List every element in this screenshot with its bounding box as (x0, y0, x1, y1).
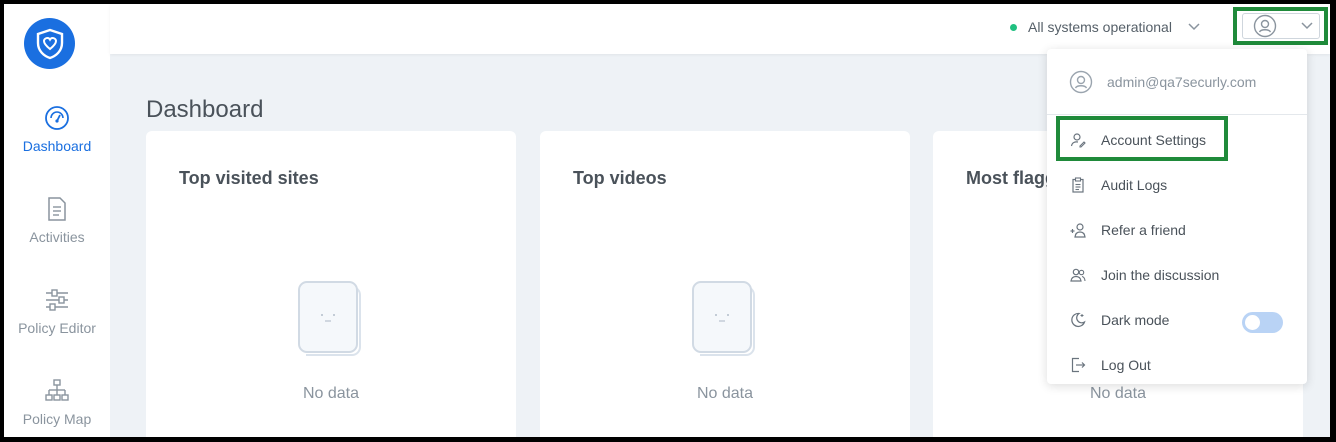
menu-item-dark-mode: Dark mode (1069, 310, 1169, 330)
status-text: All systems operational (1028, 19, 1172, 35)
menu-item-label: Join the discussion (1101, 267, 1220, 283)
users-icon (1070, 268, 1086, 282)
menu-divider (1047, 114, 1307, 115)
empty-state-icon (692, 281, 755, 356)
user-menu-button[interactable] (1233, 7, 1328, 45)
card-top-visited-sites: Top visited sites No data (146, 131, 516, 437)
moon-icon (1071, 312, 1086, 328)
menu-item-label: Log Out (1101, 357, 1151, 373)
menu-item-label: Dark mode (1101, 312, 1170, 328)
sidebar-item-label: Activities (29, 229, 85, 245)
menu-item-audit-logs[interactable]: Audit Logs (1069, 175, 1167, 195)
card-top-videos: Top videos No data (540, 131, 910, 437)
user-avatar-icon (1253, 14, 1276, 38)
sidebar-item-policy-editor[interactable]: Policy Editor (4, 287, 110, 336)
logo[interactable] (24, 18, 75, 69)
menu-item-refer-a-friend[interactable]: Refer a friend (1069, 220, 1186, 240)
card-title: Top videos (573, 168, 667, 188)
sidebar-item-label: Dashboard (22, 138, 92, 154)
toggle-knob (1245, 315, 1260, 330)
page-title: Dashboard (146, 96, 264, 123)
sidebar-item-activities[interactable]: Activities (4, 196, 110, 245)
empty-text: No data (302, 385, 360, 402)
menu-item-label: Refer a friend (1101, 222, 1186, 238)
chevron-down-icon (1188, 23, 1200, 31)
card-title: Most flagg (966, 168, 1056, 188)
empty-text: No data (696, 385, 754, 402)
menu-item-join-the-discussion[interactable]: Join the discussion (1069, 265, 1219, 285)
empty-state-icon (298, 281, 361, 356)
shield-heart-icon (36, 28, 63, 59)
menu-item-log-out[interactable]: Log Out (1069, 355, 1151, 375)
status-dot (1010, 23, 1017, 31)
empty-text: No data (1089, 385, 1147, 402)
clipboard-icon (1072, 177, 1084, 193)
dashboard-gauge-icon (45, 106, 69, 130)
top-bar: All systems operational (110, 4, 1330, 54)
sidebar-item-label: Policy Map (22, 411, 92, 427)
menu-item-label: Audit Logs (1101, 177, 1168, 193)
sidebar-item-policy-map[interactable]: Policy Map (4, 378, 110, 427)
card-title: Top visited sites (179, 168, 319, 188)
highlight-annotation (1056, 116, 1228, 161)
sidebar-item-label: Policy Editor (18, 320, 96, 336)
sliders-icon (46, 289, 68, 311)
user-add-icon (1070, 223, 1086, 238)
sidebar: Dashboard Activities Policy Editor Polic… (4, 4, 110, 437)
document-icon (48, 197, 66, 221)
system-status[interactable]: All systems operational (1010, 19, 1200, 35)
dark-mode-toggle[interactable] (1242, 312, 1283, 333)
app-window: Dashboard Activities Policy Editor Polic… (4, 4, 1330, 437)
user-avatar-icon (1069, 70, 1093, 94)
email-text: admin@qa7securly.com (1107, 74, 1257, 90)
logout-icon (1071, 357, 1086, 373)
sitemap-icon (45, 379, 69, 401)
menu-user-email: admin@qa7securly.com (1069, 70, 1256, 94)
chevron-down-icon (1300, 22, 1313, 30)
sidebar-item-dashboard[interactable]: Dashboard (4, 105, 110, 154)
user-dropdown-menu: admin@qa7securly.com Account Settings Au… (1047, 49, 1307, 384)
